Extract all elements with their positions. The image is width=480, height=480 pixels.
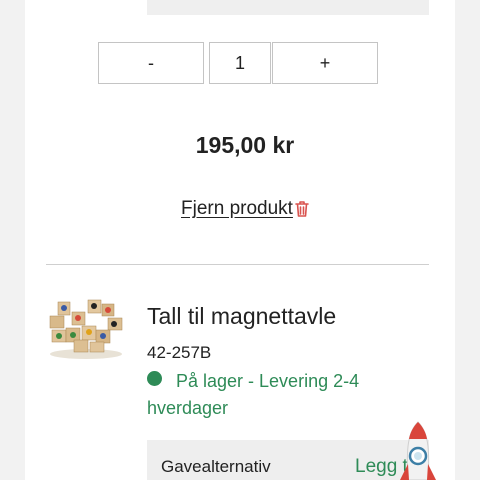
stock-status: På lager - Levering 2-4 hverdager <box>147 371 360 418</box>
trash-icon <box>295 201 309 217</box>
minus-label: - <box>148 52 154 73</box>
quantity-decrease-button[interactable]: - <box>98 42 204 84</box>
item-divider <box>46 264 429 265</box>
gift-option-box: Gavealternativ Legg til <box>147 440 429 480</box>
product-name[interactable]: Tall til magnettavle <box>147 303 336 330</box>
item-price: 195,00 kr <box>195 132 295 158</box>
quantity-increase-button[interactable]: + <box>272 42 378 84</box>
remove-product-link[interactable]: Fjern produkt <box>181 198 310 220</box>
plus-label: + <box>319 52 331 73</box>
product-thumbnail[interactable] <box>44 294 126 360</box>
product-sku: 42-257B <box>147 343 212 362</box>
rocket-icon[interactable] <box>398 420 438 480</box>
remove-product-label: Fjern produkt <box>181 198 293 219</box>
gift-option-label: Gavealternativ <box>161 457 271 476</box>
quantity-input[interactable]: 1 <box>209 42 271 84</box>
quantity-value: 1 <box>234 52 245 73</box>
previous-item-box <box>147 0 429 15</box>
